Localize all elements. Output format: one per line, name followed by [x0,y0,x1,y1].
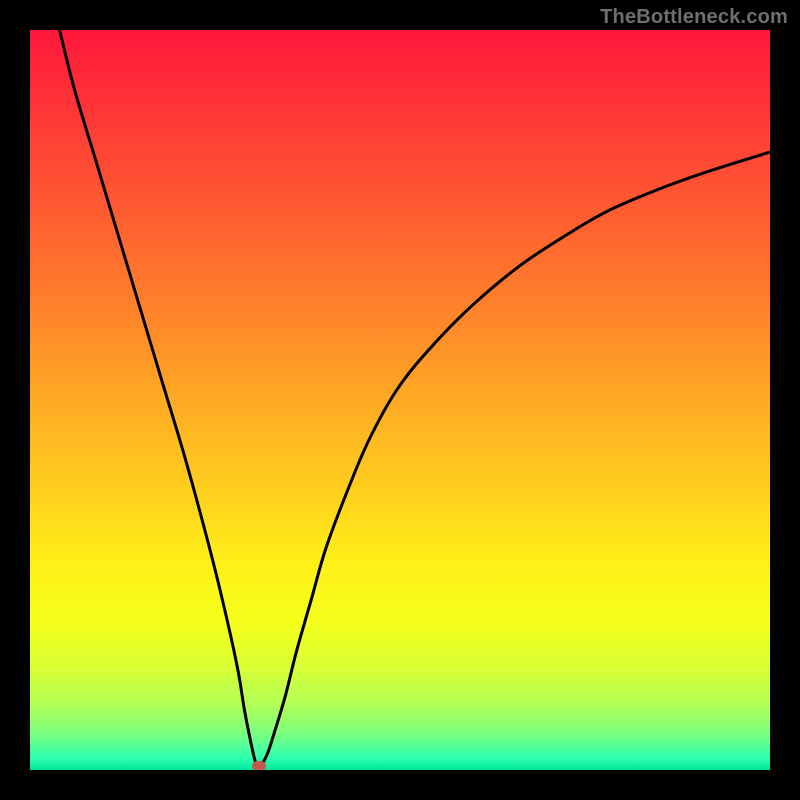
chart-frame: TheBottleneck.com [0,0,800,800]
optimal-point-marker [252,761,266,770]
watermark-text: TheBottleneck.com [600,6,788,29]
chart-svg [30,30,770,770]
gradient-background [30,30,770,770]
plot-area [30,30,770,770]
